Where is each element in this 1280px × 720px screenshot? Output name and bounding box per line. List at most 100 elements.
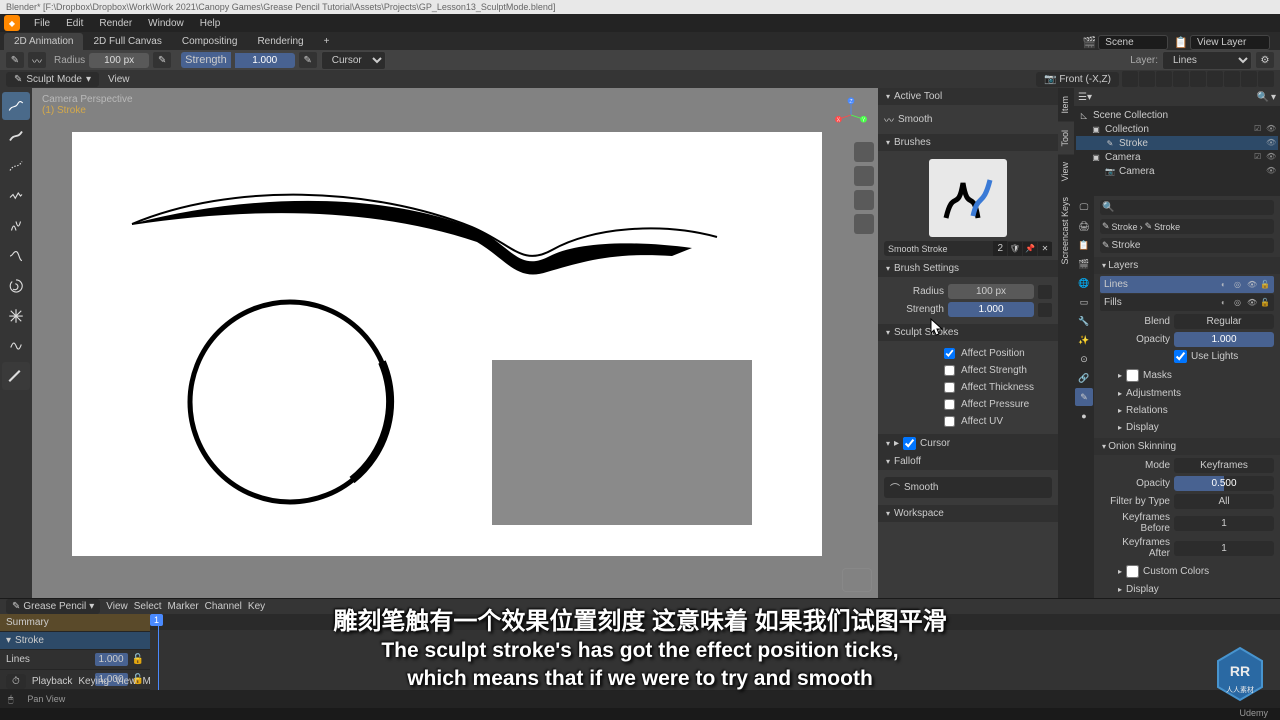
dopesheet-type-select[interactable]: ✎Grease Pencil▾ — [6, 599, 100, 614]
tab-add[interactable]: + — [314, 33, 340, 50]
axis-gizmo[interactable]: Z X Y — [830, 94, 872, 136]
menu-edit[interactable]: Edit — [58, 16, 91, 31]
channel-row[interactable]: Lines1.000🔓 — [0, 650, 150, 670]
outliner-new-icon[interactable]: ▾ — [1271, 92, 1276, 103]
brush-users[interactable]: 2 — [993, 241, 1007, 256]
ptab-physics-icon[interactable]: ⊙ — [1075, 350, 1093, 368]
scene-selector[interactable]: 🎬 — [1083, 35, 1169, 50]
lock-icon[interactable]: 🔓 — [1260, 280, 1270, 289]
shading-wire-icon[interactable] — [1190, 71, 1206, 87]
active-tool-header[interactable]: Active Tool — [878, 88, 1058, 105]
clone-tool[interactable] — [2, 332, 30, 360]
ptab-modifiers-icon[interactable]: 🔧 — [1075, 312, 1093, 330]
menu-window[interactable]: Window — [140, 16, 192, 31]
shading-matprev-icon[interactable] — [1224, 71, 1240, 87]
viewlayer-name-input[interactable] — [1190, 35, 1270, 50]
channel-row[interactable]: ▾Stroke — [0, 632, 150, 650]
ptab-scene-icon[interactable]: 🎬 — [1075, 255, 1093, 273]
onion-icon[interactable]: ◎ — [1234, 298, 1244, 307]
overlay-toggle-3[interactable] — [1156, 71, 1172, 87]
mask-icon[interactable]: ◐ — [1221, 298, 1231, 307]
tab-2d-full-canvas[interactable]: 2D Full Canvas — [83, 33, 171, 50]
radius-setting-value[interactable]: 100 px — [948, 284, 1034, 299]
grab-tool[interactable] — [2, 212, 30, 240]
strength-tool[interactable] — [2, 152, 30, 180]
shading-solid-icon[interactable] — [1207, 71, 1223, 87]
eye-icon[interactable]: 👁 — [1266, 138, 1276, 148]
tab-compositing[interactable]: Compositing — [172, 33, 248, 50]
tl-menu-view[interactable]: View — [115, 676, 137, 687]
kf-after-field[interactable]: 1 — [1174, 541, 1274, 556]
overlay-toggle-2[interactable] — [1139, 71, 1155, 87]
tab-rendering[interactable]: Rendering — [247, 33, 313, 50]
layer-opacity-field[interactable]: 1.000 — [1174, 332, 1274, 347]
tree-row[interactable]: ✎Stroke👁 — [1076, 136, 1278, 150]
eye-icon[interactable]: 👁 — [1266, 124, 1276, 134]
ptab-render-icon[interactable]: 🖵 — [1075, 198, 1093, 216]
push-tool[interactable] — [2, 242, 30, 270]
strength-pen-icon[interactable] — [1038, 303, 1052, 317]
display-subpanel[interactable]: Display — [1100, 419, 1274, 436]
menu-render[interactable]: Render — [91, 16, 140, 31]
search-icon[interactable]: 🔍 — [1102, 202, 1114, 213]
header-view[interactable]: View — [102, 72, 136, 87]
affect-strength-checkbox[interactable] — [944, 365, 955, 376]
blend-select[interactable]: Regular — [1174, 314, 1274, 329]
tree-row[interactable]: ▣Collection☑👁 — [1076, 122, 1278, 136]
camera-view-icon[interactable] — [854, 190, 874, 210]
channel-summary[interactable]: Summary — [0, 614, 150, 632]
ptab-data-icon[interactable]: ✎ — [1075, 388, 1093, 406]
masks-checkbox[interactable] — [1126, 369, 1139, 382]
menu-help[interactable]: Help — [192, 16, 229, 31]
ptab-world-icon[interactable]: 🌐 — [1075, 274, 1093, 292]
menu-file[interactable]: File — [26, 16, 58, 31]
direction-select[interactable]: Cursor — [321, 51, 386, 70]
restrict-toggle-icon[interactable]: ☑ — [1254, 124, 1264, 134]
sculpt-strokes-header[interactable]: Sculpt Strokes — [878, 324, 1058, 341]
vtab-screencast[interactable]: Screencast Keys — [1058, 189, 1074, 273]
playhead[interactable] — [158, 614, 159, 690]
mode-select[interactable]: ✎ Sculpt Mode ▾ — [6, 72, 99, 87]
radius-pen-icon[interactable] — [1038, 285, 1052, 299]
chevron-down-icon[interactable]: ▾ — [6, 635, 11, 646]
dopesheet-menu-select[interactable]: Select — [134, 601, 162, 612]
datablock-name-input[interactable] — [1112, 240, 1272, 251]
dopesheet-menu-channel[interactable]: Channel — [205, 601, 242, 612]
affect-position-checkbox[interactable] — [944, 348, 955, 359]
vtab-item[interactable]: Item — [1058, 88, 1074, 122]
viewport[interactable]: Camera Perspective (1) Stroke Z X Y — [32, 88, 878, 598]
radius-input[interactable] — [89, 53, 149, 68]
relations-subpanel[interactable]: Relations — [1100, 402, 1274, 419]
brush-preview-icon[interactable]: 〰 — [28, 52, 46, 68]
ptab-effects-icon[interactable]: ✨ — [1075, 331, 1093, 349]
ptab-object-icon[interactable]: ▭ — [1075, 293, 1093, 311]
layer-item[interactable]: Lines◐◎👁🔓 — [1100, 276, 1274, 293]
lock-icon[interactable]: 🔓 — [1260, 298, 1270, 307]
tree-row[interactable]: ▣Camera☑👁 — [1076, 150, 1278, 164]
annotate-tool[interactable] — [2, 362, 30, 390]
onion-display-subpanel[interactable]: Display — [1100, 581, 1274, 598]
falloff-header[interactable]: Falloff — [878, 453, 1058, 470]
restrict-toggle-icon[interactable]: ☑ — [1254, 152, 1264, 162]
radius-pressure-icon[interactable]: ✎ — [153, 52, 171, 68]
scene-name-input[interactable] — [1098, 35, 1168, 50]
layer-select[interactable]: Lines — [1162, 51, 1252, 70]
fake-user-icon[interactable]: 🛡 — [1008, 242, 1022, 256]
filter-select[interactable]: All — [1174, 494, 1274, 509]
zoom-icon[interactable] — [854, 142, 874, 162]
ptab-output-icon[interactable]: 🖨 — [1075, 217, 1093, 235]
eye-icon[interactable]: 👁 — [1247, 280, 1257, 289]
randomize-tool[interactable] — [2, 182, 30, 210]
brush-settings-header[interactable]: Brush Settings — [878, 260, 1058, 277]
smooth-tool[interactable] — [2, 92, 30, 120]
adjustments-subpanel[interactable]: Adjustments — [1100, 385, 1274, 402]
brush-preview[interactable] — [929, 159, 1007, 237]
eye-icon[interactable]: 👁 — [1266, 166, 1276, 176]
tree-row[interactable]: 📷Camera👁 — [1076, 164, 1278, 178]
overlay-toggle-4[interactable] — [1173, 71, 1189, 87]
brush-unlink-icon[interactable]: ✕ — [1038, 242, 1052, 256]
custom-colors-checkbox[interactable] — [1126, 565, 1139, 578]
strength-setting-value[interactable]: 1.000 — [948, 302, 1034, 317]
layers-panel-header[interactable]: Layers — [1094, 257, 1280, 274]
move-view-icon[interactable] — [854, 166, 874, 186]
